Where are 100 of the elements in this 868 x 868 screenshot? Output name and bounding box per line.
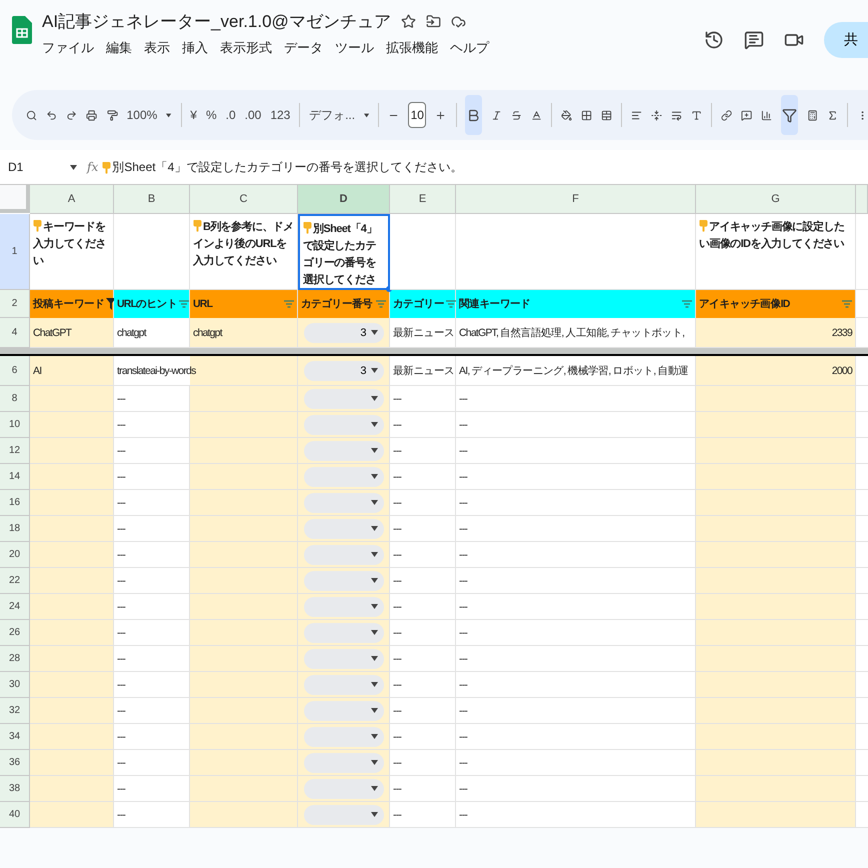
table-cell[interactable]: ---: [456, 438, 696, 464]
calculator-icon[interactable]: [806, 108, 818, 122]
table-cell[interactable]: ---: [114, 698, 190, 724]
history-icon[interactable]: [704, 30, 724, 50]
table-cell[interactable]: ---: [456, 620, 696, 646]
note-cell[interactable]: B列を参考に、ドメインより後のURLを入力してください: [190, 214, 298, 290]
category-dropdown[interactable]: [304, 622, 384, 642]
table-cell[interactable]: ---: [390, 672, 456, 698]
number-format[interactable]: 123: [270, 108, 290, 122]
table-cell[interactable]: ---: [456, 412, 696, 438]
table-cell[interactable]: ---: [390, 698, 456, 724]
font-size-field[interactable]: 10: [408, 102, 426, 128]
table-cell[interactable]: ---: [456, 724, 696, 750]
table-cell[interactable]: ---: [390, 724, 456, 750]
column-header[interactable]: C: [190, 185, 298, 214]
category-dropdown[interactable]: [304, 778, 384, 798]
table-cell[interactable]: chatgpt: [190, 318, 298, 348]
partial-column-header[interactable]: [856, 185, 868, 214]
category-dropdown[interactable]: 3: [304, 360, 384, 380]
table-cell[interactable]: ChatGPT: [30, 318, 114, 348]
menu-item[interactable]: データ: [284, 39, 323, 57]
menu-item[interactable]: 表示: [144, 39, 170, 57]
table-cell[interactable]: AI, ディープラーニング, 機械学習, ロボット, 自動運: [456, 356, 696, 386]
category-dropdown[interactable]: [304, 544, 384, 564]
table-cell[interactable]: chatgpt: [114, 318, 190, 348]
note-cell[interactable]: キーワードを入力してください: [30, 214, 114, 290]
table-cell[interactable]: ---: [390, 802, 456, 828]
document-title[interactable]: AI記事ジェネレーター_ver.1.0@マゼンチュア: [42, 10, 391, 33]
filter-button[interactable]: [781, 95, 798, 135]
row-number[interactable]: 26: [0, 620, 30, 646]
row-number[interactable]: 24: [0, 594, 30, 620]
row-number[interactable]: 32: [0, 698, 30, 724]
table-cell[interactable]: ---: [114, 386, 190, 412]
table-cell[interactable]: ---: [114, 438, 190, 464]
row-number[interactable]: 1: [0, 214, 30, 290]
row-number[interactable]: 16: [0, 490, 30, 516]
row-number[interactable]: 36: [0, 750, 30, 776]
category-dropdown[interactable]: [304, 440, 384, 460]
menu-item[interactable]: ヘルプ: [450, 39, 489, 57]
zoom-dropdown[interactable]: 100%: [126, 108, 158, 122]
link-icon[interactable]: [721, 108, 732, 122]
row-number[interactable]: 10: [0, 412, 30, 438]
table-cell[interactable]: AI: [30, 356, 114, 386]
column-header[interactable]: A: [30, 185, 114, 214]
column-header[interactable]: G: [696, 185, 856, 214]
column-header[interactable]: B: [114, 185, 190, 214]
column-header[interactable]: F: [456, 185, 696, 214]
table-cell[interactable]: ---: [456, 646, 696, 672]
row-number[interactable]: 8: [0, 386, 30, 412]
row-number[interactable]: 28: [0, 646, 30, 672]
table-cell[interactable]: ---: [390, 750, 456, 776]
category-dropdown[interactable]: [304, 726, 384, 746]
row-number[interactable]: 38: [0, 776, 30, 802]
table-cell[interactable]: ChatGPT, 自然言語処理, 人工知能, チャットボット,: [456, 318, 696, 348]
table-cell[interactable]: 最新ニュース: [390, 318, 456, 348]
increase-decimal[interactable]: .00: [244, 108, 262, 122]
paint-bucket-icon[interactable]: [560, 108, 572, 122]
table-cell[interactable]: ---: [390, 594, 456, 620]
percent-format[interactable]: %: [206, 108, 217, 122]
table-cell[interactable]: ---: [456, 594, 696, 620]
row-number[interactable]: 18: [0, 516, 30, 542]
row-number[interactable]: 2: [0, 290, 30, 318]
menu-item[interactable]: 編集: [106, 39, 132, 57]
table-cell[interactable]: ---: [114, 724, 190, 750]
star-icon[interactable]: [400, 14, 416, 29]
category-dropdown[interactable]: [304, 648, 384, 668]
table-cell[interactable]: ---: [390, 542, 456, 568]
share-button[interactable]: 共: [824, 22, 868, 58]
table-cell[interactable]: ---: [390, 516, 456, 542]
table-cell[interactable]: ---: [456, 542, 696, 568]
table-cell[interactable]: ---: [390, 568, 456, 594]
bold-button[interactable]: [465, 95, 482, 135]
category-dropdown[interactable]: [304, 804, 384, 824]
table-cell[interactable]: translateai-by-words: [114, 356, 298, 386]
table-cell[interactable]: ---: [456, 568, 696, 594]
category-dropdown[interactable]: [304, 492, 384, 512]
column-header[interactable]: D: [298, 185, 390, 214]
table-cell[interactable]: ---: [390, 776, 456, 802]
category-dropdown[interactable]: [304, 518, 384, 538]
selected-cell[interactable]: 別Sheet「4」で設定したカテゴリーの番号を選択してくださ: [298, 214, 390, 290]
table-cell[interactable]: ---: [114, 542, 190, 568]
row-number[interactable]: 12: [0, 438, 30, 464]
category-dropdown[interactable]: [304, 596, 384, 616]
currency-format[interactable]: ¥: [190, 108, 197, 122]
note-cell[interactable]: [114, 214, 190, 290]
cell-reference[interactable]: D1: [0, 160, 70, 174]
comment-icon[interactable]: [744, 30, 764, 50]
table-cell[interactable]: ---: [114, 594, 190, 620]
table-cell[interactable]: ---: [114, 776, 190, 802]
menu-item[interactable]: ツール: [335, 39, 374, 57]
table-cell[interactable]: ---: [456, 386, 696, 412]
table-cell[interactable]: ---: [456, 802, 696, 828]
category-dropdown[interactable]: [304, 570, 384, 590]
table-cell[interactable]: ---: [390, 490, 456, 516]
menu-item[interactable]: 挿入: [182, 39, 208, 57]
row-number[interactable]: 4: [0, 318, 30, 348]
filter-icon[interactable]: [682, 300, 692, 308]
table-cell[interactable]: ---: [390, 646, 456, 672]
row-number[interactable]: 30: [0, 672, 30, 698]
select-all-corner[interactable]: [0, 185, 30, 213]
